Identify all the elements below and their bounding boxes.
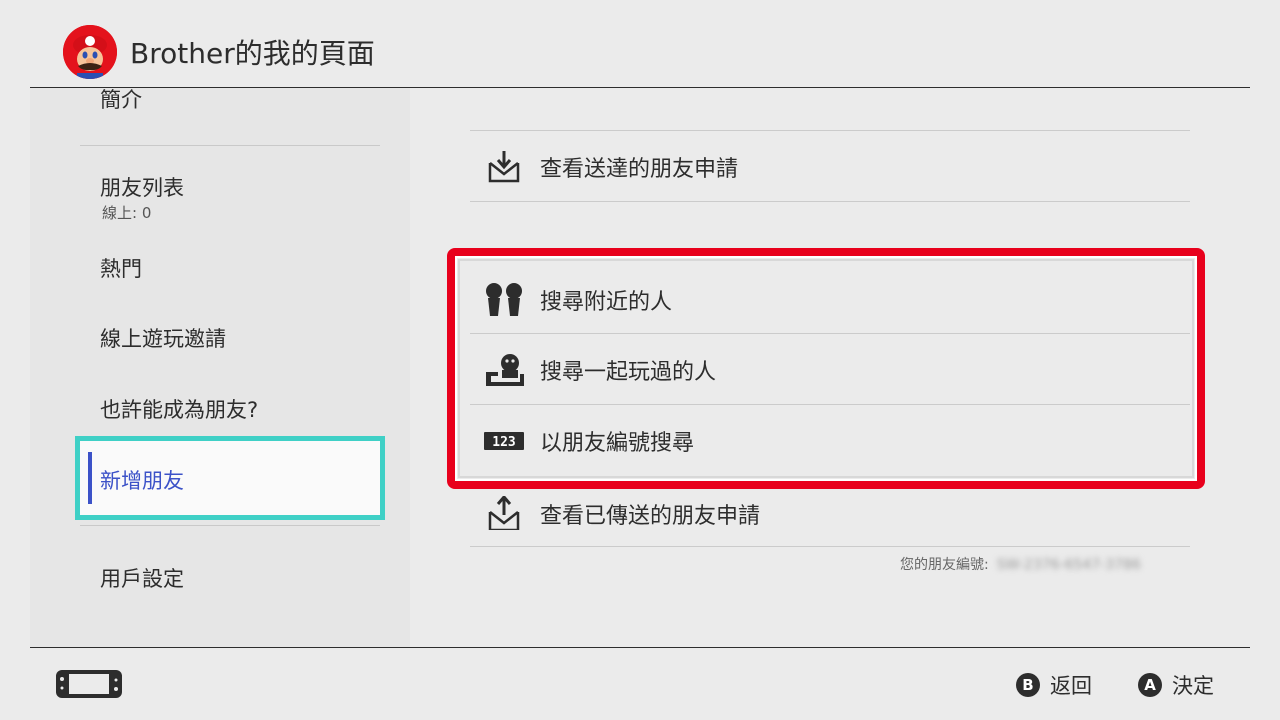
friend-code: 您的朋友編號: SW-2376-6547-3786 xyxy=(900,554,1141,574)
nearby-people-icon xyxy=(486,283,522,316)
row-divider xyxy=(470,201,1190,202)
sidebar-item-label: 新增朋友 xyxy=(100,469,184,493)
friend-code-label: 您的朋友編號: xyxy=(900,557,989,573)
row-label: 搜尋一起玩過的人 xyxy=(540,360,717,385)
sent-requests-row[interactable]: 查看已傳送的朋友申請 xyxy=(470,478,1190,548)
received-requests-row[interactable]: 查看送達的朋友申請 xyxy=(470,131,1190,201)
back-button[interactable]: B 返回 xyxy=(1016,672,1092,698)
search-friend-code-row[interactable]: 123 以朋友編號搜尋 xyxy=(470,405,1190,475)
outbox-upload-icon xyxy=(488,496,520,530)
sidebar-divider xyxy=(80,525,380,526)
friend-code-123-icon: 123 xyxy=(484,432,524,450)
online-count: 線上: 0 xyxy=(102,204,152,222)
sidebar-divider xyxy=(80,145,380,146)
sidebar-item-popular[interactable]: 熱門 xyxy=(100,253,142,283)
sidebar: 簡介 朋友列表 線上: 0 熱門 線上遊玩邀請 也許能成為朋友? 新增朋友 用戶… xyxy=(30,88,410,647)
sidebar-item-user-settings[interactable]: 用戶設定 xyxy=(100,563,184,593)
sidebar-item-profile[interactable]: 簡介 xyxy=(100,88,142,114)
sidebar-item-suggested-friends[interactable]: 也許能成為朋友? xyxy=(100,394,258,424)
footer-divider xyxy=(30,647,1250,648)
search-nearby-row[interactable]: 搜尋附近的人 xyxy=(470,264,1190,334)
back-label: 返回 xyxy=(1050,674,1092,698)
row-label: 查看送達的朋友申請 xyxy=(540,157,739,182)
inbox-download-icon xyxy=(488,151,520,183)
switch-console-icon xyxy=(56,670,122,698)
sidebar-item-friend-list[interactable]: 朋友列表 xyxy=(100,172,184,202)
row-label: 搜尋附近的人 xyxy=(540,290,673,315)
search-played-with-row[interactable]: 搜尋一起玩過的人 xyxy=(470,334,1190,404)
row-label: 以朋友編號搜尋 xyxy=(540,431,695,456)
page-title: Brother的我的頁面 xyxy=(130,37,375,70)
confirm-button[interactable]: A 決定 xyxy=(1138,672,1214,698)
a-button-icon: A xyxy=(1138,673,1162,697)
played-with-icon xyxy=(486,354,524,386)
icon-text: 123 xyxy=(492,435,515,450)
sidebar-item-add-friend[interactable]: 新增朋友 xyxy=(75,436,385,520)
friend-code-value: SW-2376-6547-3786 xyxy=(996,557,1141,573)
confirm-label: 決定 xyxy=(1172,674,1214,698)
b-button-icon: B xyxy=(1016,673,1040,697)
row-label: 查看已傳送的朋友申請 xyxy=(540,504,761,529)
row-divider xyxy=(470,546,1190,547)
user-avatar[interactable] xyxy=(63,25,117,79)
mario-avatar-icon xyxy=(63,25,117,79)
selection-bar xyxy=(88,452,92,504)
sidebar-item-online-invites[interactable]: 線上遊玩邀請 xyxy=(100,323,226,353)
